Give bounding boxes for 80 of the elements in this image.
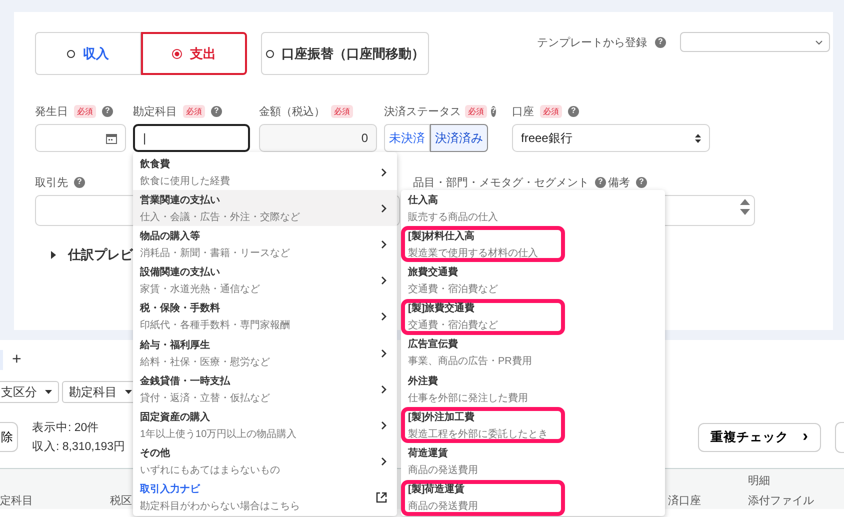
- help-icon[interactable]: ?: [655, 36, 666, 48]
- chevron-right-icon: [381, 276, 387, 286]
- help-icon[interactable]: ?: [636, 176, 647, 188]
- column-header: 税区: [110, 494, 132, 508]
- caret-down-icon: [125, 390, 132, 394]
- help-icon[interactable]: ?: [74, 176, 85, 188]
- column-header: 添付ファイル: [748, 494, 814, 508]
- sort-caret-icon: [695, 134, 701, 142]
- caret-right-icon: [50, 251, 56, 259]
- chevron-right-icon: [381, 457, 387, 466]
- partial-button[interactable]: [835, 422, 844, 452]
- field-label: 金額（税込）: [259, 104, 325, 118]
- menu-item[interactable]: 旅費交通費 交通費・宿泊費など: [401, 262, 665, 299]
- column-header: 明細: [748, 474, 770, 488]
- income-total: 収入: 8,310,193円: [32, 440, 126, 454]
- status-button[interactable]: 未決済: [384, 124, 430, 152]
- journal-preview-toggle[interactable]: 仕訳プレビ: [50, 246, 133, 264]
- column-header: 定科目: [0, 494, 33, 508]
- add-tab-button[interactable]: +: [12, 351, 22, 369]
- menu-item[interactable]: その他 いずれにもあてはまらないもの: [133, 444, 397, 480]
- type-toggle-button[interactable]: 収入: [35, 32, 141, 75]
- required-badge: 必須: [74, 104, 96, 118]
- help-icon[interactable]: ?: [102, 106, 113, 116]
- duplicate-check-button[interactable]: 重複チェック ›: [698, 422, 821, 452]
- chevron-right-icon: [381, 384, 387, 394]
- chevron-right-icon: [381, 168, 387, 177]
- filter-dropdown[interactable]: 支区分: [0, 381, 59, 403]
- menu-item[interactable]: 固定資産の購入 1年以上使う10万円以上の物品購入: [133, 407, 397, 444]
- field-label: 取引先: [35, 176, 68, 190]
- field-label: 勘定科目: [133, 104, 177, 118]
- date-field[interactable]: [35, 124, 126, 152]
- external-link-icon: [376, 492, 387, 504]
- help-icon[interactable]: ?: [595, 176, 606, 188]
- menu-item[interactable]: 設備関連の支払い 家賃・水道光熱・通信など: [133, 262, 397, 299]
- menu-item[interactable]: 物品の購入等 消耗品・新聞・書籍・リースなど: [133, 226, 397, 263]
- menu-item[interactable]: [製]材料仕入高 製造業で使用する材料の仕入: [401, 226, 565, 262]
- help-icon[interactable]: ?: [211, 106, 222, 116]
- menu-item[interactable]: 給与・福利厚生 給料・社保・医療・慰労など: [133, 334, 397, 372]
- chevron-right-icon: [381, 240, 387, 249]
- help-icon[interactable]: ?: [568, 106, 579, 116]
- field-label: 備考: [608, 176, 630, 190]
- type-toggle-button[interactable]: 支出: [141, 32, 247, 75]
- status-button[interactable]: 決済済み: [430, 124, 488, 152]
- count-text: 表示中: 20件: [32, 420, 100, 435]
- amount-field[interactable]: 0: [259, 124, 377, 152]
- field-label: 品目・部門・メモタグ・セグメント: [413, 176, 589, 190]
- menu-item[interactable]: 取引入力ナビ 勘定科目がわからない場合はこちら: [133, 480, 397, 516]
- menu-item[interactable]: [製]外注加工費 製造工程を外部に委託したとき: [401, 407, 565, 444]
- required-badge: 必須: [183, 104, 205, 118]
- column-header: 済口座: [668, 494, 701, 508]
- field-label: 口座: [512, 104, 534, 118]
- chevron-right-icon: [381, 204, 387, 213]
- account-field[interactable]: |: [133, 124, 250, 152]
- chevron-right-icon: [381, 420, 387, 430]
- required-badge: 必須: [540, 104, 562, 118]
- menu-item[interactable]: [製]荷造運賃 商品の発送費用: [401, 480, 565, 516]
- menu-item[interactable]: 広告宣伝費 事業、商品の広告・PR費用: [401, 334, 665, 371]
- chevron-right-icon: [381, 348, 387, 358]
- calendar-icon: [106, 132, 117, 144]
- chevron-right-icon: [381, 312, 387, 322]
- caret-down-icon: [45, 390, 52, 394]
- menu-item[interactable]: 飲食費 飲食に使用した経費: [133, 154, 397, 190]
- account-select[interactable]: freee銀行: [512, 124, 710, 152]
- menu-item[interactable]: 仕入高 販売する商品の仕入: [401, 190, 665, 226]
- type-toggle-button[interactable]: 口座振替（口座間移動）: [261, 32, 429, 75]
- required-badge: 必須: [331, 104, 353, 118]
- template-select[interactable]: [680, 32, 830, 52]
- menu-item[interactable]: 営業関連の支払い 仕入・会議・広告・外注・交際など: [133, 190, 397, 226]
- scroll-arrows-icon: [740, 199, 750, 215]
- menu-item[interactable]: 税・保険・手数料 印紙代・各種手数料・専門家報酬: [133, 298, 397, 335]
- help-icon[interactable]: ?: [491, 106, 496, 116]
- caret-icon: [815, 40, 823, 44]
- menu-item[interactable]: [製]旅費交通費 交通費・宿泊費など: [401, 298, 565, 335]
- menu-item[interactable]: 荷造運賃 商品の発送費用: [401, 443, 665, 480]
- template-label: テンプレートから登録: [537, 36, 647, 50]
- field-label: 決済ステータス: [384, 104, 461, 118]
- field-label: 発生日: [35, 104, 68, 118]
- clear-button[interactable]: 除: [0, 422, 18, 452]
- required-badge: 必須: [465, 104, 487, 118]
- menu-item[interactable]: 外注費 仕事を外部に発注した費用: [401, 370, 665, 408]
